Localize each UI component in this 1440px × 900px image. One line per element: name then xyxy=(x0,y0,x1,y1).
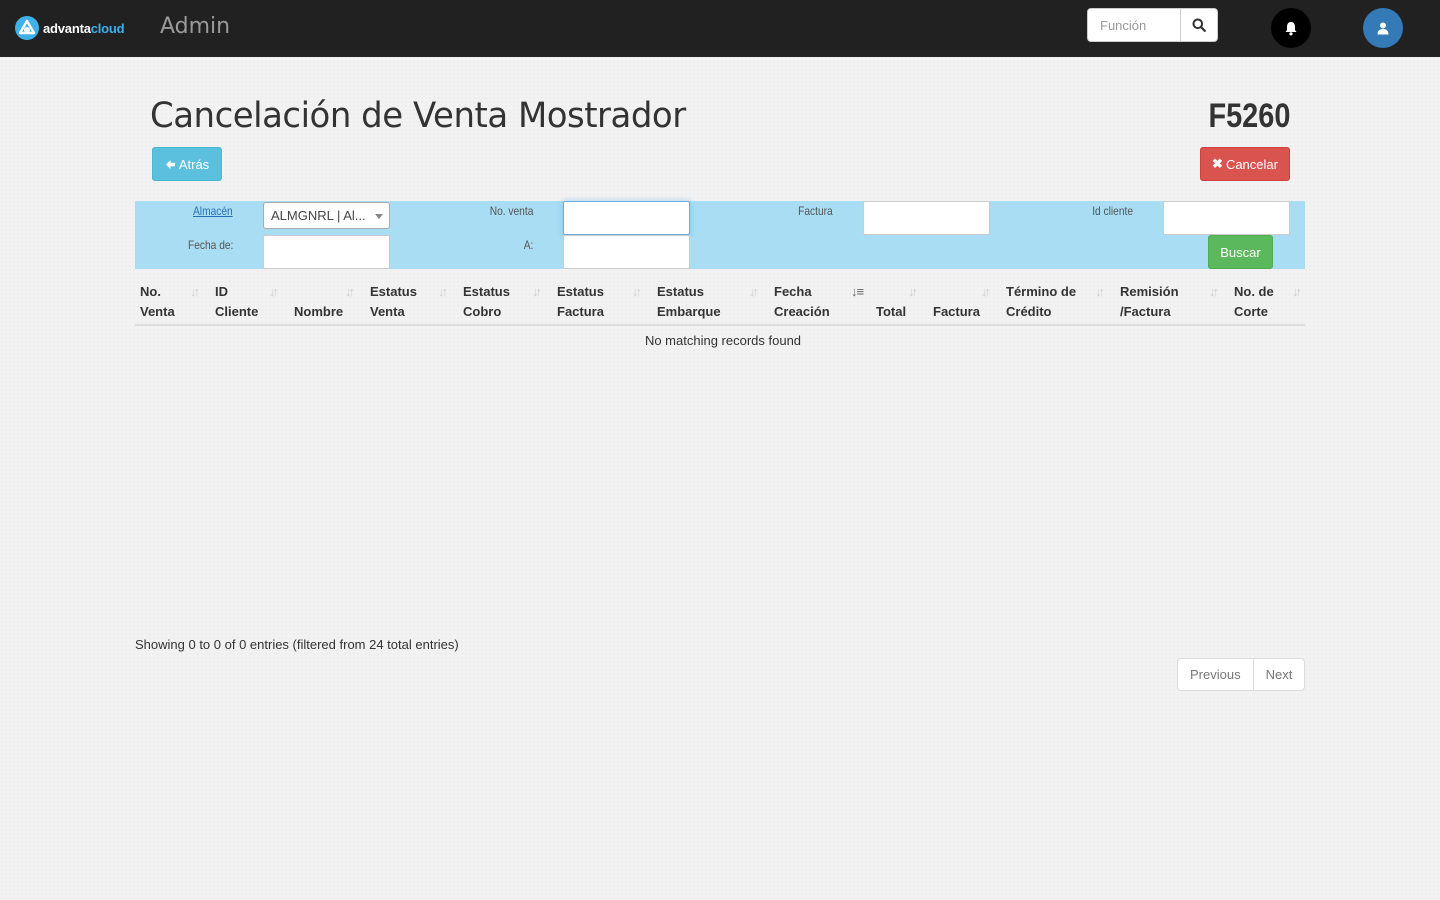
column-remision-factura[interactable]: Remisión/Factura xyxy=(1120,282,1179,322)
sort-icon[interactable]: ↓↑ xyxy=(1209,284,1219,299)
table-header: No. Venta ↓↑ ID Cliente ↓↑ Nombre ↓↑ Estat… xyxy=(135,278,1305,326)
table-info: Showing 0 to 0 of 0 entries (filtered fr… xyxy=(135,637,459,652)
page-title: Cancelación de Venta Mostrador xyxy=(150,96,686,136)
cancel-button[interactable]: ✖ Cancelar xyxy=(1200,147,1290,181)
user-menu-button[interactable] xyxy=(1363,8,1403,48)
id-cliente-input[interactable] xyxy=(1163,201,1290,235)
almacen-selected-value: ALMGNRL | Al... xyxy=(271,208,366,223)
column-label-line2: Cliente xyxy=(215,304,259,319)
pagination: Previous Next xyxy=(1177,658,1306,691)
column-label-line1: Estatus xyxy=(657,284,704,299)
almacen-label[interactable]: Almacén xyxy=(193,204,233,218)
column-label-line2: Corte xyxy=(1234,304,1268,319)
column-label-line2: Venta xyxy=(140,304,175,319)
column-label-line1: No. xyxy=(140,284,161,299)
sort-desc-icon[interactable]: ↓≡ xyxy=(851,284,864,299)
column-label-line2: Total xyxy=(876,304,907,319)
column-label-line2: Nombre xyxy=(294,304,344,319)
factura-input[interactable] xyxy=(863,201,990,235)
column-label-line2: /Factura xyxy=(1120,304,1171,319)
column-factura[interactable]: Factura xyxy=(933,282,980,322)
column-estatus-cobro[interactable]: Estatus Cobro xyxy=(463,282,510,322)
fecha-de-input[interactable] xyxy=(263,235,390,269)
back-button-label: Atrás xyxy=(178,156,210,172)
logo-text-cloud: cloud xyxy=(90,20,125,36)
column-label-line2: Creación xyxy=(774,304,830,319)
chevron-down-icon xyxy=(375,214,383,219)
cloud-logo-icon xyxy=(15,16,39,40)
almacen-select[interactable]: ALMGNRL | Al... xyxy=(263,202,390,229)
column-no-corte[interactable]: No. de Corte xyxy=(1234,282,1274,322)
a-label: A: xyxy=(523,238,533,252)
sort-icon[interactable]: ↓↑ xyxy=(981,284,991,299)
column-label-line2: Embarque xyxy=(657,304,721,319)
sort-icon[interactable]: ↓↑ xyxy=(190,284,200,299)
column-label-line2: Factura xyxy=(933,304,980,319)
column-id-cliente[interactable]: ID Cliente xyxy=(215,282,258,322)
sort-icon[interactable]: ↓↑ xyxy=(532,284,542,299)
no-venta-label: No. venta xyxy=(489,204,533,218)
column-label-line1: Remisión xyxy=(1120,284,1179,299)
logo[interactable]: advantacloud xyxy=(14,15,125,41)
factura-label: Factura xyxy=(798,204,833,218)
column-label-line2: Factura xyxy=(557,304,604,319)
sort-icon[interactable]: ↓↑ xyxy=(908,284,918,299)
empty-table-message: No matching records found xyxy=(644,333,802,348)
column-label-line1: ID xyxy=(215,284,228,299)
column-no-venta[interactable]: No. Venta xyxy=(140,282,175,322)
top-navbar: advantacloud Admin xyxy=(0,0,1440,57)
nav-section-admin[interactable]: Admin xyxy=(160,14,230,39)
column-label-line2: Venta xyxy=(370,304,405,319)
search-button[interactable] xyxy=(1180,9,1217,41)
sort-icon[interactable]: ↓↑ xyxy=(1292,284,1302,299)
no-venta-input[interactable] xyxy=(563,201,690,235)
column-label-line1: No. de xyxy=(1234,284,1274,299)
column-nombre[interactable]: Nombre xyxy=(294,282,343,322)
column-fecha-creacion[interactable]: Fecha Creación xyxy=(774,282,830,322)
notifications-button[interactable] xyxy=(1271,8,1311,48)
column-total[interactable]: Total xyxy=(876,282,906,322)
column-label-line1: Término de xyxy=(1006,284,1077,299)
arrow-left-icon xyxy=(165,159,175,169)
back-button[interactable]: Atrás xyxy=(152,147,222,181)
id-cliente-label: Id cliente xyxy=(1092,204,1133,218)
sort-icon[interactable]: ↓↑ xyxy=(345,284,355,299)
function-search-input[interactable] xyxy=(1088,9,1180,41)
search-icon xyxy=(1192,18,1206,32)
column-label-line1: Estatus xyxy=(463,284,510,299)
previous-page-button[interactable]: Previous xyxy=(1178,659,1253,690)
fecha-de-label: Fecha de: xyxy=(187,238,233,252)
buscar-button[interactable]: Buscar xyxy=(1208,235,1273,269)
filter-panel: Almacén ALMGNRL | Al... Fecha de: No. ve… xyxy=(135,201,1305,269)
cancel-button-label: Cancelar xyxy=(1225,156,1278,172)
column-label-line2: Crédito xyxy=(1006,304,1052,319)
column-label-line1: Fecha xyxy=(774,284,812,299)
column-label-line1: Estatus xyxy=(557,284,604,299)
column-label-line1: Estatus xyxy=(370,284,417,299)
column-estatus-factura[interactable]: Estatus Factura xyxy=(557,282,604,322)
logo-text-advanta: advanta xyxy=(43,20,91,36)
sort-icon[interactable]: ↓↑ xyxy=(749,284,759,299)
function-code: F5260 xyxy=(1208,97,1290,135)
column-termino-credito[interactable]: Término de Crédito xyxy=(1006,282,1076,322)
next-page-button[interactable]: Next xyxy=(1252,659,1305,690)
column-estatus-embarque[interactable]: Estatus Embarque xyxy=(657,282,721,322)
logo-text: advantacloud xyxy=(43,20,125,36)
sort-icon[interactable]: ↓↑ xyxy=(438,284,448,299)
user-icon xyxy=(1377,22,1389,34)
sort-icon[interactable]: ↓↑ xyxy=(632,284,642,299)
bell-icon xyxy=(1285,21,1297,35)
sort-icon[interactable]: ↓↑ xyxy=(1095,284,1105,299)
sort-icon[interactable]: ↓↑ xyxy=(269,284,279,299)
close-icon: ✖ xyxy=(1212,156,1223,171)
function-search xyxy=(1087,8,1218,42)
fecha-a-input[interactable] xyxy=(563,235,690,269)
column-estatus-venta[interactable]: Estatus Venta xyxy=(370,282,417,322)
column-label-line2: Cobro xyxy=(463,304,502,319)
